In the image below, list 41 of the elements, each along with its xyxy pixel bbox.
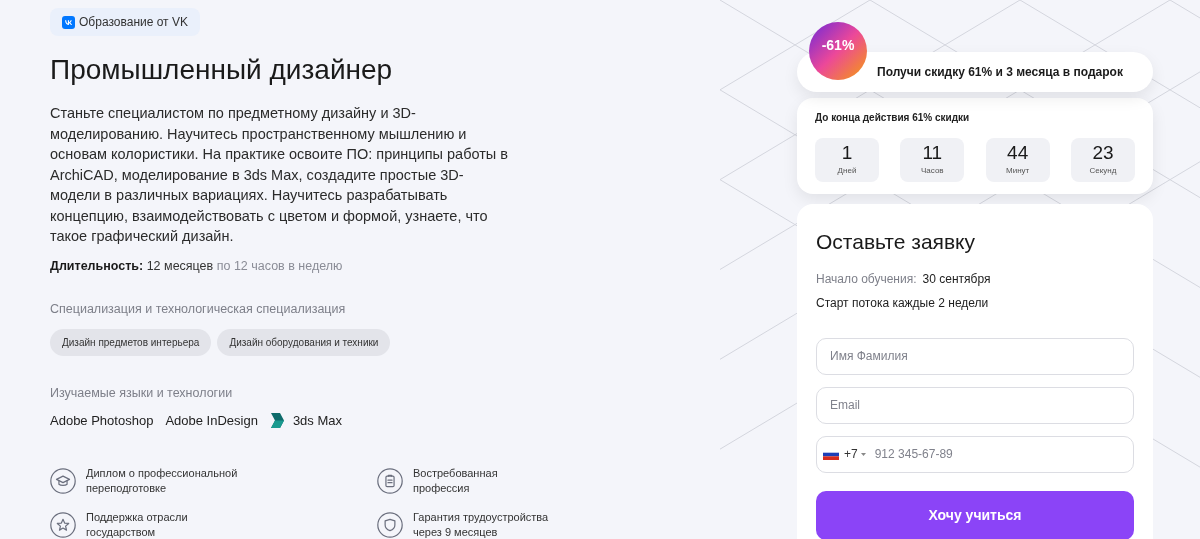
promo-text: Получи скидку 61% и 3 месяца в подарок [877,64,1123,81]
graduation-cap-icon [50,468,76,495]
start-date: 30 сентября [922,270,991,288]
name-field[interactable]: Имя Фамилия [816,337,1134,375]
form-title: Оставьте заявку [816,229,976,255]
caret-icon [860,451,866,457]
vk-logo-icon [62,15,75,29]
technology-name: 3ds Max [292,411,343,430]
countdown-value: 1 [841,143,853,162]
technology-name: Adobe Photoshop [50,411,154,430]
technology-name: Adobe InDesign [165,411,258,430]
course-title: Промышленный дизайнер [50,53,394,87]
specialization-heading: Специализация и технологическая специализация [50,301,347,319]
countdown-value: 11 [922,143,943,162]
countdown-title: До конца действия 61% скидки [815,111,971,125]
3d-cube-logo-icon [269,412,285,429]
countdown-value: 44 [1007,143,1029,162]
countdown-label: Секунд [1089,165,1117,177]
feature-text: Диплом о профессиональной переподготовке [86,466,238,497]
phone-field[interactable]: +7 912 345-67-89 [816,435,1134,473]
technologies-heading: Изучаемые языки и технологии [50,385,234,402]
countdown-value: 23 [1092,143,1114,162]
countdown-label: Минут [1006,165,1030,177]
countdown-label: Дней [837,165,857,177]
start-label: Начало обучения: [816,270,917,288]
course-description: Станьте специалистом по предметному дизайну и 3D-моделированию. Научитесь пространственному мышлению и основам колористики. На практике освоите ПО: принципы работы в ArchiCAD, моделирование в 3ds Max, создадите простые 3D-модели в различных вариациях. Научитесь разрабатывать концепцию, взаимодействовать с цветом и формой, узнаете, что такое графический дизайн. [50,104,510,246]
discount-sticker: -61% [809,22,867,80]
shield-icon [377,512,403,539]
provider-label: Образование от VK [79,14,188,31]
email-field[interactable]: Email [816,386,1134,424]
countdown-label: Часов [921,165,944,177]
specialization-tag: Дизайн оборудования и техники [217,329,391,356]
clipboard-icon [377,468,403,495]
specialization-tag: Дизайн предметов интерьера [50,329,212,356]
feature-text: Востребованная профессия [413,466,498,497]
stream-note: Старт потока каждые 2 недели [816,294,990,312]
course-duration: Длительность: 12 месяцев по 12 часов в неделю [50,257,344,275]
submit-button[interactable]: Хочу учиться [816,490,1134,539]
feature-text: Поддержка отрасли государством [86,510,188,539]
feature-text: Гарантия трудоустройства через 9 месяцев [413,510,549,539]
country-code-dropdown[interactable]: +7 [844,445,866,463]
